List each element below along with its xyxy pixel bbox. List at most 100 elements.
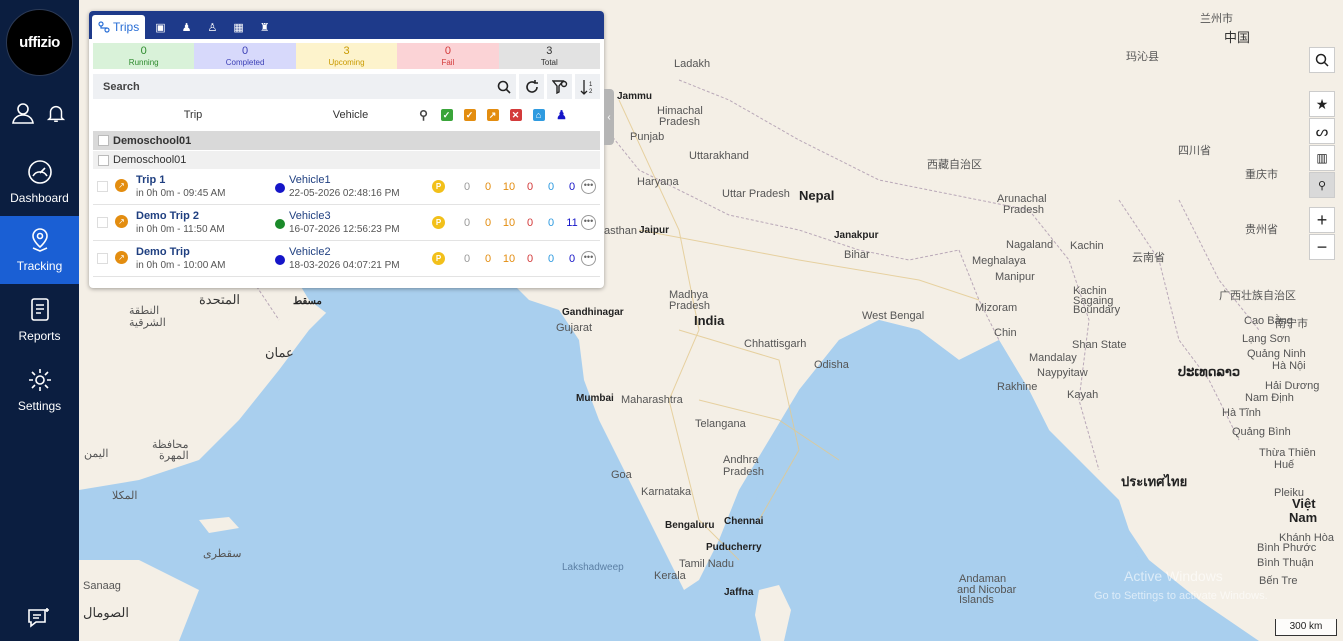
trip-row[interactable]: ↗ Trip 1 in 0h 0m - 09:45 AM Vehicle1 22… bbox=[93, 169, 600, 205]
vehicle-name[interactable]: Vehicle3 bbox=[289, 210, 331, 222]
zoom-out-button[interactable]: − bbox=[1309, 234, 1335, 260]
trip-time: in 0h 0m - 10:00 AM bbox=[136, 260, 226, 271]
map-label: Nagaland bbox=[1006, 239, 1054, 251]
tab-driver[interactable]: ♟ bbox=[176, 15, 198, 39]
map-label: Kachin bbox=[1070, 240, 1104, 252]
search-button[interactable] bbox=[491, 74, 516, 99]
poi-route-icon: ⚲ bbox=[1317, 179, 1327, 192]
user-profile-icon[interactable] bbox=[10, 100, 36, 126]
stat-upcoming[interactable]: 3 Upcoming bbox=[295, 43, 398, 69]
column-walking[interactable]: ⚲ bbox=[412, 108, 435, 122]
chat-sparkle-icon[interactable] bbox=[26, 606, 52, 632]
trip-table-header: Trip Vehicle ⚲ ✓ ✓ ↗ ✕ ⌂ ♟ bbox=[93, 102, 600, 128]
map-label: 重庆市 bbox=[1245, 169, 1278, 181]
subgroup-header[interactable]: Demoschool01 bbox=[93, 150, 600, 169]
map-label: Goa bbox=[611, 469, 632, 481]
nav-dashboard[interactable]: Dashboard bbox=[0, 148, 79, 216]
trip-row[interactable]: ↗ Demo Trip in 0h 0m - 10:00 AM Vehicle2… bbox=[93, 241, 600, 277]
count-completed: 0 bbox=[484, 217, 492, 229]
column-completed[interactable]: ✓ bbox=[435, 109, 458, 121]
column-fail[interactable]: ✕ bbox=[504, 109, 527, 121]
more-options-icon[interactable]: ••• bbox=[581, 215, 596, 230]
panel-tabs: Trips ▣ ♟ ♙ ▦ ♜ bbox=[89, 11, 604, 39]
x-box-icon: ✕ bbox=[509, 109, 522, 121]
map-label: Jaffna bbox=[724, 587, 754, 598]
column-vehicle[interactable]: Vehicle bbox=[293, 109, 408, 121]
refresh-button[interactable] bbox=[519, 74, 544, 99]
stat-fail-value: 0 bbox=[444, 45, 451, 57]
map-label: Mumbai bbox=[576, 393, 614, 404]
column-trip[interactable]: Trip bbox=[93, 109, 293, 121]
more-options-icon[interactable]: ••• bbox=[581, 251, 596, 266]
column-students[interactable]: ♟ bbox=[550, 108, 573, 122]
tab-stops[interactable]: ▦ bbox=[227, 15, 249, 39]
map-label: India bbox=[694, 313, 725, 328]
trip-row[interactable]: ↗ Demo Trip 2 in 0h 0m - 11:50 AM Vehicl… bbox=[93, 205, 600, 241]
column-upcoming[interactable]: ✓ bbox=[458, 109, 481, 121]
trip-checkbox[interactable] bbox=[97, 253, 108, 264]
map-label: Bình Thuận bbox=[1257, 557, 1314, 569]
map-label: الشرقية bbox=[129, 317, 166, 329]
filter-button[interactable] bbox=[547, 74, 572, 99]
map-search-button[interactable] bbox=[1309, 47, 1335, 73]
map-label: 西藏自治区 bbox=[927, 159, 982, 171]
search-icon bbox=[1315, 53, 1329, 67]
trip-checkbox[interactable] bbox=[97, 217, 108, 228]
trip-share-icon: ↗ bbox=[115, 215, 128, 228]
map-label: Janakpur bbox=[834, 230, 879, 241]
trip-name[interactable]: Trip 1 bbox=[136, 174, 165, 186]
trip-name[interactable]: Demo Trip bbox=[136, 246, 190, 258]
column-absent[interactable]: ⌂ bbox=[527, 109, 550, 121]
stat-total[interactable]: 3 Total bbox=[498, 43, 601, 69]
reports-icon bbox=[30, 298, 49, 321]
nav-reports[interactable]: Reports bbox=[0, 286, 79, 354]
map-poi-button[interactable]: ⚲ bbox=[1309, 172, 1335, 198]
sort-button[interactable]: 12 bbox=[575, 74, 600, 99]
search-input[interactable] bbox=[93, 74, 491, 99]
trip-time: in 0h 0m - 09:45 AM bbox=[136, 188, 226, 199]
zoom-in-button[interactable]: + bbox=[1309, 207, 1335, 233]
tab-student[interactable]: ♙ bbox=[202, 15, 224, 39]
attendant-icon: ♜ bbox=[259, 21, 270, 34]
trip-name[interactable]: Demo Trip 2 bbox=[136, 210, 199, 222]
map-label: 南宁市 bbox=[1275, 318, 1308, 330]
map-label: Hải Dương bbox=[1265, 380, 1320, 392]
more-options-icon[interactable]: ••• bbox=[581, 179, 596, 194]
nav-tracking[interactable]: Tracking bbox=[0, 216, 79, 284]
tab-bus[interactable]: ▣ bbox=[149, 15, 171, 39]
nav-settings[interactable]: Settings bbox=[0, 356, 79, 424]
map-label: Sanaag bbox=[83, 580, 121, 592]
map-route-button[interactable]: ᔕ bbox=[1309, 118, 1335, 144]
map-label: Tamil Nadu bbox=[679, 558, 735, 570]
route-icon: ᔕ bbox=[1315, 122, 1329, 139]
stat-fail[interactable]: 0 Fail bbox=[397, 43, 499, 69]
notification-bell-icon[interactable] bbox=[43, 100, 69, 126]
map-label: ປະເທດລາວ bbox=[1178, 364, 1241, 379]
search-icon bbox=[497, 80, 511, 94]
uffizio-logo[interactable]: uffizio bbox=[6, 9, 73, 76]
sidebar-top-icons bbox=[0, 100, 79, 126]
stat-running-label: Running bbox=[128, 58, 159, 67]
map-icon: ▥ bbox=[1316, 151, 1328, 165]
subgroup-checkbox[interactable] bbox=[98, 154, 109, 166]
trips-panel: Trips ▣ ♟ ♙ ▦ ♜ 0 Running 0 Completed 3 … bbox=[89, 11, 604, 288]
stat-completed[interactable]: 0 Completed bbox=[194, 43, 296, 69]
trip-checkbox[interactable] bbox=[97, 181, 108, 192]
column-started[interactable]: ↗ bbox=[481, 109, 504, 121]
vehicle-name[interactable]: Vehicle2 bbox=[289, 246, 331, 258]
sidebar: uffizio Dashboard Tracking Reports Setti… bbox=[0, 0, 79, 641]
map-favorite-button[interactable]: ★ bbox=[1309, 91, 1335, 117]
map-layers-button[interactable]: ▥ bbox=[1309, 145, 1335, 171]
vehicle-name[interactable]: Vehicle1 bbox=[289, 174, 331, 186]
vehicle-time: 18-03-2026 04:07:21 PM bbox=[289, 260, 400, 271]
refresh-icon bbox=[525, 79, 538, 93]
group-header[interactable]: Demoschool01 bbox=[93, 131, 600, 150]
search-row: 12 bbox=[93, 74, 600, 99]
map-label: المتحدة bbox=[199, 292, 241, 307]
panel-collapse-handle[interactable]: ‹ bbox=[604, 89, 614, 145]
map-label: Meghalaya bbox=[972, 255, 1026, 267]
group-checkbox[interactable] bbox=[98, 135, 109, 146]
tab-attendant[interactable]: ♜ bbox=[254, 15, 276, 39]
stat-running[interactable]: 0 Running bbox=[93, 43, 195, 69]
tab-trips[interactable]: Trips bbox=[92, 15, 146, 39]
